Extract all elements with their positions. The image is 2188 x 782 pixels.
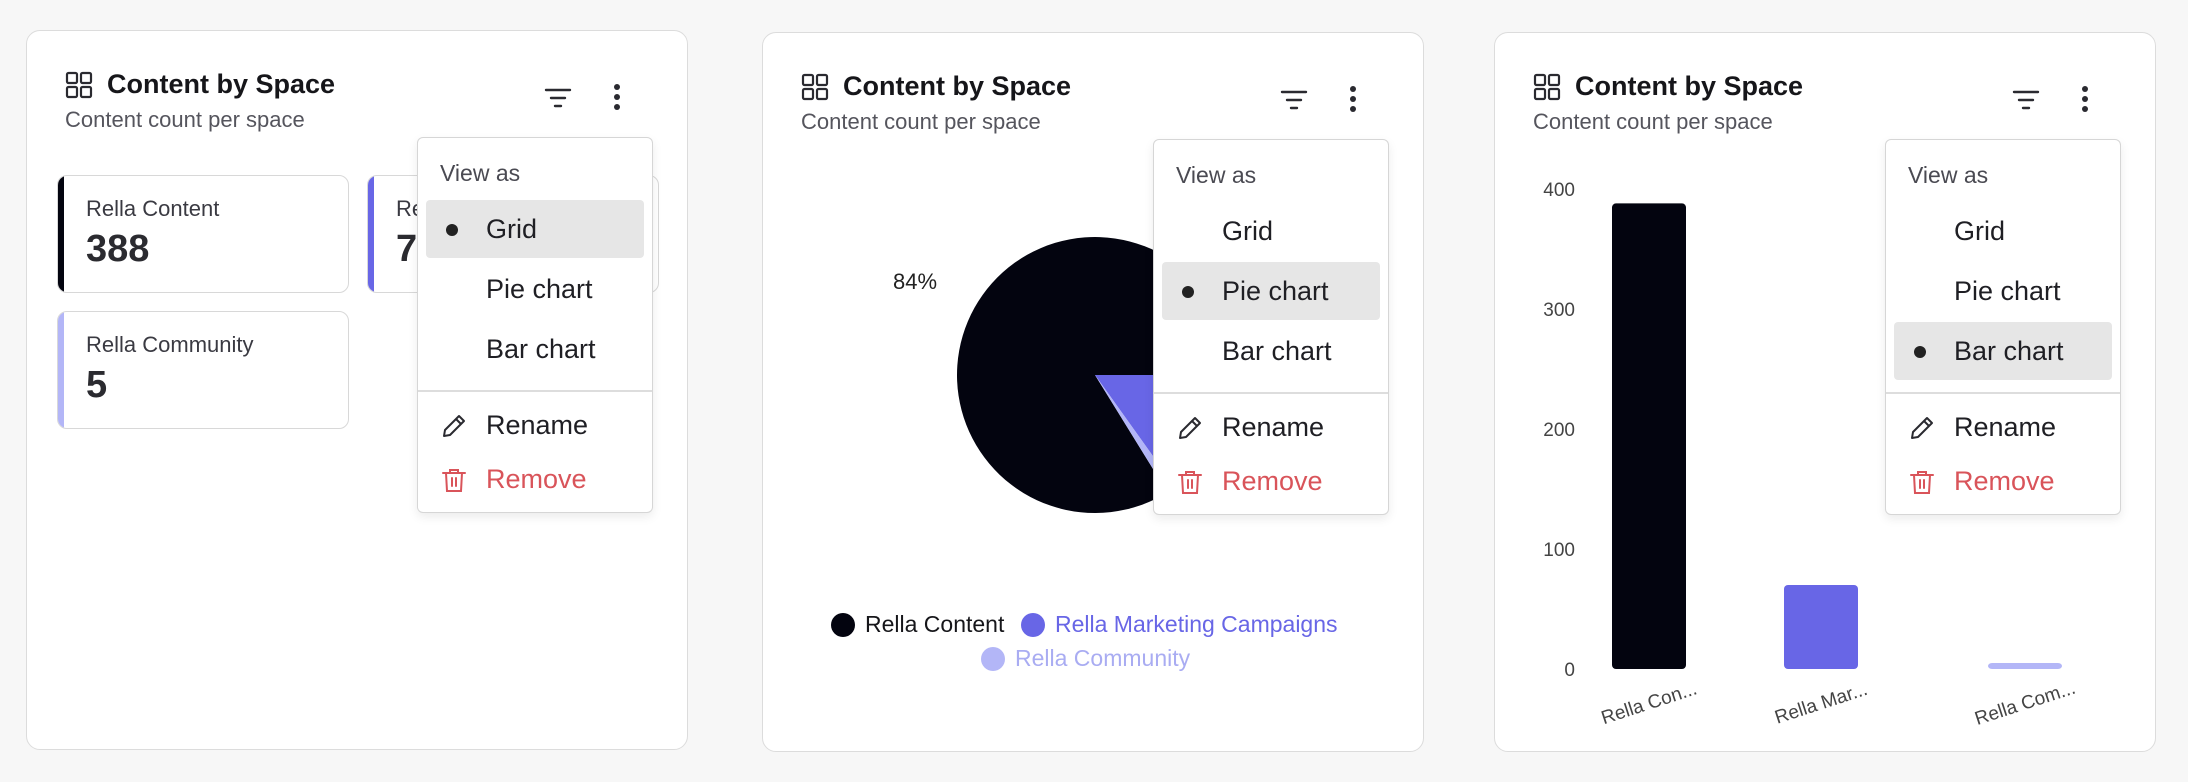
view-as-menu: View as Grid Pie chart Bar chart Rename …: [1885, 139, 2121, 515]
selected-dot-icon: [1182, 286, 1194, 298]
menu-option-pie-chart[interactable]: Pie chart: [1894, 262, 2112, 320]
more-options-icon[interactable]: [2075, 83, 2095, 115]
remove-label: Remove: [1222, 466, 1323, 496]
grid-icon: [801, 73, 829, 101]
rename-label: Rename: [1222, 412, 1325, 442]
menu-option-grid[interactable]: Grid: [426, 200, 644, 258]
space-tile[interactable]: Rella Content 388: [57, 175, 349, 293]
rename-menu-item[interactable]: Rename: [440, 408, 640, 448]
menu-option-bar-chart[interactable]: Bar chart: [1162, 322, 1380, 380]
legend-swatch: [1021, 613, 1045, 637]
menu-label: View as: [440, 160, 521, 186]
menu-option-label: Pie chart: [1222, 276, 1329, 306]
legend-swatch: [981, 647, 1005, 671]
bar[interactable]: [1988, 663, 2062, 669]
legend-swatch: [831, 613, 855, 637]
menu-divider: [1154, 392, 1388, 394]
card-subtitle: Content count per space: [801, 109, 1041, 134]
tile-color-bar: [368, 176, 374, 292]
x-tick-label: Rella Mar...: [1772, 679, 1870, 729]
card-subtitle: Content count per space: [1533, 109, 1773, 134]
menu-option-label: Bar chart: [486, 334, 596, 364]
legend-item[interactable]: Rella Marketing Campaigns: [1021, 611, 1338, 638]
remove-label: Remove: [1954, 466, 2055, 496]
y-tick-label: 200: [1543, 420, 1575, 441]
x-tick-label: Rella Con...: [1599, 678, 1700, 729]
tile-name: Rella Community: [86, 332, 254, 357]
tile-color-bar: [58, 312, 64, 428]
card-subtitle: Content count per space: [65, 107, 305, 132]
menu-option-label: Bar chart: [1222, 336, 1332, 366]
menu-option-pie-chart[interactable]: Pie chart: [1162, 262, 1380, 320]
legend-item[interactable]: Rella Content: [831, 611, 1004, 638]
legend-item[interactable]: Rella Community: [981, 645, 1190, 672]
menu-option-label: Grid: [486, 214, 538, 244]
trash-icon: [1908, 468, 1936, 496]
y-tick-label: 300: [1543, 300, 1575, 321]
bar[interactable]: [1612, 203, 1686, 669]
filter-icon[interactable]: [2011, 85, 2041, 115]
view-as-menu: View as Grid Pie chart Bar chart Rename …: [1153, 139, 1389, 515]
menu-option-bar-chart[interactable]: Bar chart: [426, 320, 644, 378]
pencil-icon: [440, 412, 468, 440]
tile-name: Rella Content: [86, 196, 220, 221]
menu-option-label: Pie chart: [486, 274, 593, 304]
content-by-space-card-grid: Content by Space Content count per space…: [26, 30, 688, 750]
legend-label: Rella Marketing Campaigns: [1055, 611, 1338, 637]
menu-option-label: Pie chart: [1954, 276, 2061, 306]
grid-icon: [65, 71, 93, 99]
remove-menu-item[interactable]: Remove: [1176, 464, 1376, 504]
view-as-menu: View as Grid Pie chart Bar chart Rename …: [417, 137, 653, 513]
pencil-icon: [1908, 414, 1936, 442]
menu-option-pie-chart[interactable]: Pie chart: [426, 260, 644, 318]
more-options-icon[interactable]: [1343, 83, 1363, 115]
y-tick-label: 0: [1564, 660, 1575, 681]
tile-value: 5: [86, 364, 108, 406]
selected-dot-icon: [1914, 346, 1926, 358]
bar[interactable]: [1784, 585, 1858, 669]
menu-divider: [1886, 392, 2120, 394]
content-by-space-card-pie: 84% Content by Space Content count per s…: [762, 32, 1424, 752]
tile-value: 7: [396, 228, 418, 270]
menu-option-grid[interactable]: Grid: [1894, 202, 2112, 260]
y-tick-label: 400: [1543, 180, 1575, 201]
selected-dot-icon: [446, 224, 458, 236]
pie-slice-label: 84%: [893, 269, 938, 294]
rename-menu-item[interactable]: Rename: [1908, 410, 2108, 450]
tile-value: 388: [86, 228, 150, 270]
pencil-icon: [1176, 414, 1204, 442]
menu-label: View as: [1176, 162, 1257, 188]
card-title: Content by Space: [1575, 71, 1804, 101]
rename-label: Rename: [486, 410, 589, 440]
tile-color-bar: [58, 176, 64, 292]
menu-option-grid[interactable]: Grid: [1162, 202, 1380, 260]
card-title: Content by Space: [843, 71, 1072, 101]
legend-label: Rella Content: [865, 611, 1005, 637]
menu-option-bar-chart[interactable]: Bar chart: [1894, 322, 2112, 380]
rename-label: Rename: [1954, 412, 2057, 442]
x-tick-label: Rella Com...: [1972, 678, 2078, 730]
remove-menu-item[interactable]: Remove: [1908, 464, 2108, 504]
rename-menu-item[interactable]: Rename: [1176, 410, 1376, 450]
space-tile[interactable]: Rella Community 5: [57, 311, 349, 429]
menu-option-label: Grid: [1954, 216, 2006, 246]
menu-label: View as: [1908, 162, 1989, 188]
remove-menu-item[interactable]: Remove: [440, 462, 640, 502]
y-tick-label: 100: [1543, 540, 1575, 561]
content-by-space-card-bar: 0 100 200 300 400 Rella Con... Rella Mar... Rel…: [1494, 32, 2156, 752]
legend-label: Rella Community: [1015, 645, 1191, 671]
filter-icon[interactable]: [1279, 85, 1309, 115]
more-options-icon[interactable]: [607, 81, 627, 113]
menu-option-label: Bar chart: [1954, 336, 2064, 366]
filter-icon[interactable]: [543, 83, 573, 113]
menu-option-label: Grid: [1222, 216, 1274, 246]
grid-icon: [1533, 73, 1561, 101]
trash-icon: [1176, 468, 1204, 496]
card-title: Content by Space: [107, 69, 336, 99]
pie-legend: Rella Content Rella Marketing Campaigns …: [763, 611, 1425, 691]
remove-label: Remove: [486, 464, 587, 494]
menu-divider: [418, 390, 652, 392]
trash-icon: [440, 466, 468, 494]
